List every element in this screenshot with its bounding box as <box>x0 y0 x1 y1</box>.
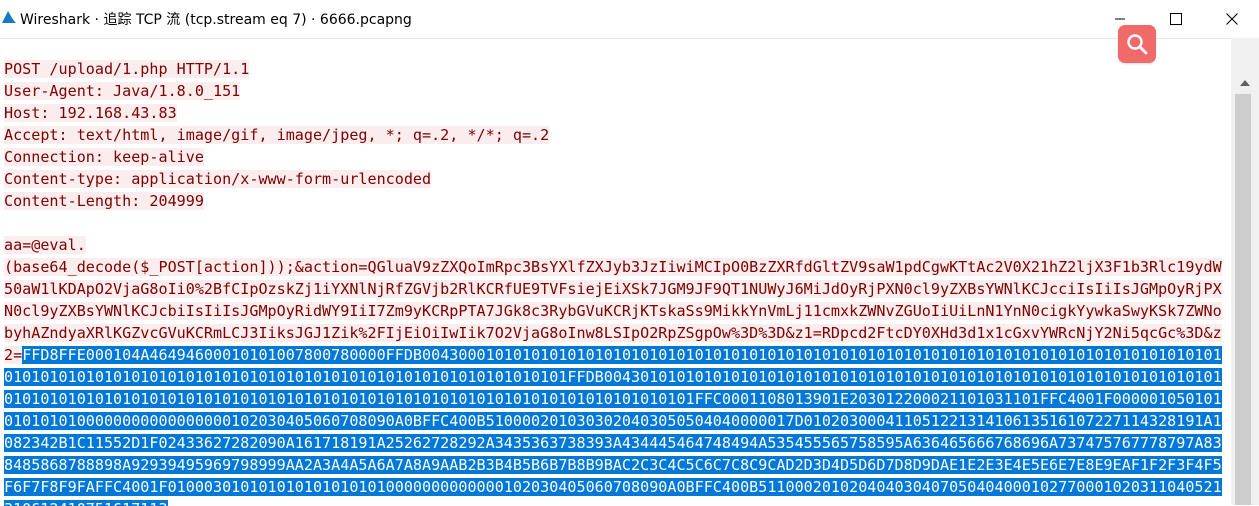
header-connection: Connection: keep-alive <box>4 148 204 166</box>
request-line: POST /upload/1.php HTTP/1.1 <box>4 60 250 78</box>
scroll-up-button[interactable] <box>1231 73 1259 93</box>
wireshark-fin-icon <box>2 11 16 23</box>
header-content-length: Content-Length: 204999 <box>4 192 204 210</box>
header-accept: Accept: text/html, image/gif, image/jpeg… <box>4 126 550 144</box>
tcp-stream-view[interactable]: POST /upload/1.php HTTP/1.1 User-Agent: … <box>0 38 1259 506</box>
body-line-first: aa=@eval. <box>4 236 86 254</box>
maximize-icon <box>1170 13 1182 25</box>
request-body: (base64_decode($_POST[action]));&action=… <box>4 256 1230 506</box>
vertical-scrollbar[interactable] <box>1231 38 1259 505</box>
close-button[interactable] <box>1209 4 1255 34</box>
maximize-button[interactable] <box>1153 4 1199 34</box>
header-content-type: Content-type: application/x-www-form-url… <box>4 170 432 188</box>
close-icon <box>1226 13 1238 25</box>
search-icon <box>1127 34 1148 55</box>
header-host: Host: 192.168.43.83 <box>4 104 177 122</box>
search-button[interactable] <box>1118 25 1156 63</box>
title-bar: Wireshark · 追踪 TCP 流 (tcp.stream eq 7) ·… <box>0 0 1259 38</box>
scroll-thumb[interactable] <box>1235 94 1251 505</box>
window-title: Wireshark · 追踪 TCP 流 (tcp.stream eq 7) ·… <box>20 12 412 28</box>
selected-hex-data: FFD8FFE000104A46494600010101007800780000… <box>4 346 1222 506</box>
header-user-agent: User-Agent: Java/1.8.0_151 <box>4 82 241 100</box>
stream-text[interactable]: POST /upload/1.php HTTP/1.1 User-Agent: … <box>4 58 1230 506</box>
chevron-up-icon <box>1240 80 1250 86</box>
minimize-icon <box>1115 18 1125 20</box>
